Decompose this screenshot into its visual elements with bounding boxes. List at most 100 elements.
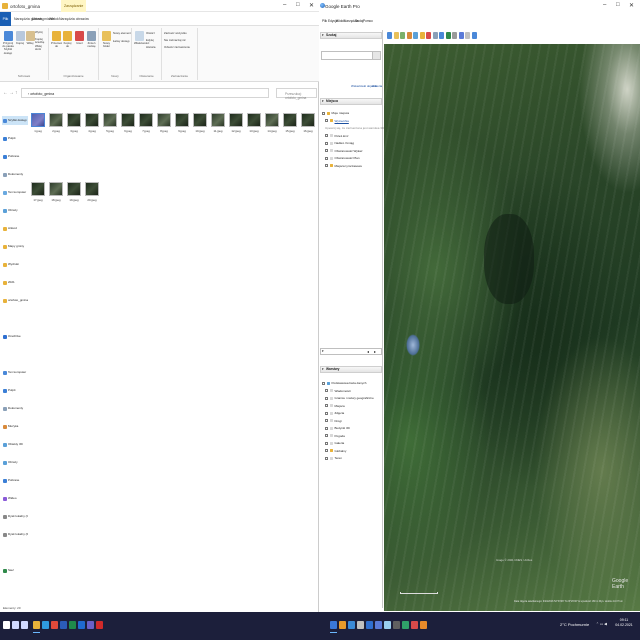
nav-item[interactable]: Pulpit xyxy=(2,134,28,143)
nav-item[interactable]: Pulpit xyxy=(2,386,28,395)
tree-item[interactable]: Moje miejsca xyxy=(322,110,349,116)
pin-quick-access-button[interactable]: Przypnij do paska Szybki dostęp xyxy=(2,31,14,55)
ge-tool-icon[interactable] xyxy=(458,32,464,39)
checkbox[interactable] xyxy=(325,411,328,415)
chrome-icon[interactable] xyxy=(51,621,58,629)
nav-item[interactable]: Dokumenty xyxy=(2,404,28,413)
search-input[interactable]: Przeszukaj: ortofoto_gmina xyxy=(276,88,317,100)
file-name[interactable]: 5.jpeg xyxy=(102,129,118,133)
tree-item[interactable]: Drogi xyxy=(325,418,342,424)
file-name[interactable]: 2.jpeg xyxy=(48,129,64,133)
properties-button[interactable]: Właściwości xyxy=(134,31,149,45)
pdf-icon[interactable] xyxy=(411,621,418,629)
nav-item[interactable]: Wydruki xyxy=(2,260,28,269)
outlook-icon[interactable] xyxy=(78,621,85,629)
search-icon[interactable] xyxy=(12,621,19,629)
checkbox[interactable] xyxy=(325,396,328,400)
checkbox[interactable] xyxy=(325,456,328,460)
file-name[interactable]: 11.jpeg xyxy=(210,129,226,133)
file-thumbnail[interactable] xyxy=(31,182,45,196)
checkbox[interactable] xyxy=(325,156,328,160)
checkbox[interactable] xyxy=(325,141,328,145)
file-thumbnail[interactable] xyxy=(157,113,171,127)
notepad-icon[interactable] xyxy=(384,621,391,629)
vlc-icon[interactable] xyxy=(420,621,427,629)
back-button[interactable]: ← xyxy=(3,90,8,96)
checkbox[interactable] xyxy=(325,119,328,123)
photos-icon[interactable] xyxy=(348,621,355,629)
select-all-button[interactable]: Zaznacz wszystko xyxy=(164,31,197,35)
places-panel-header[interactable]: Miejsca xyxy=(320,98,382,105)
checkbox[interactable] xyxy=(325,419,328,423)
file-name[interactable]: 4.jpeg xyxy=(84,129,100,133)
ge-tool-icon[interactable] xyxy=(445,32,451,39)
ge-search-button[interactable] xyxy=(372,51,381,60)
tree-item[interactable]: Wiadomości xyxy=(325,388,351,394)
tree-item[interactable]: Zdjęcia xyxy=(325,410,344,416)
paste-shortcut-button[interactable]: Wklej skrót xyxy=(35,44,48,51)
file-thumbnail[interactable] xyxy=(301,113,315,127)
ge-tool-icon[interactable] xyxy=(465,32,470,39)
nav-item[interactable]: Pobrane xyxy=(2,152,28,161)
tab-view[interactable]: Widok xyxy=(49,17,59,21)
ge-tool-icon[interactable] xyxy=(400,32,405,39)
open-button[interactable]: Otwórz xyxy=(146,31,161,35)
checkbox[interactable] xyxy=(325,164,328,168)
checkbox[interactable] xyxy=(325,441,328,445)
file-thumbnail[interactable] xyxy=(175,113,189,127)
up-button[interactable]: ↑ xyxy=(15,90,18,96)
file-thumbnail[interactable] xyxy=(229,113,243,127)
tree-item[interactable]: Nadleś. Kmiąg xyxy=(325,140,354,146)
checkbox[interactable] xyxy=(325,449,328,453)
delete-button[interactable]: Usuń xyxy=(74,31,85,45)
tree-item[interactable]: Miejsca tymczasowe xyxy=(325,163,362,169)
tab-manage[interactable]: Zarządzanie xyxy=(61,0,87,12)
file-thumbnail[interactable] xyxy=(247,113,261,127)
weather-widget[interactable]: 2°C Pochmurnie xyxy=(560,622,589,627)
file-name[interactable]: 13.jpeg xyxy=(246,129,262,133)
file-thumbnail[interactable] xyxy=(283,113,297,127)
file-name[interactable]: 14.jpeg xyxy=(264,129,280,133)
file-thumbnail[interactable] xyxy=(31,113,45,127)
word-icon[interactable] xyxy=(60,621,67,629)
checkbox[interactable] xyxy=(322,381,325,385)
ge-tool-icon[interactable] xyxy=(452,32,457,39)
teams-icon[interactable] xyxy=(87,621,94,629)
nav-item[interactable]: Pobrane xyxy=(2,476,28,485)
new-folder-button[interactable]: Nowy folder xyxy=(101,31,112,48)
tab-image-tools[interactable]: Narzędzia obrazów xyxy=(59,17,89,21)
ge-titlebar[interactable]: Google Earth Pro – □ ✕ xyxy=(319,0,640,12)
tree-item[interactable]: Budynki 3D xyxy=(325,425,350,431)
menu-file[interactable]: Plik xyxy=(322,19,327,23)
file-thumbnail[interactable] xyxy=(211,113,225,127)
history-button[interactable]: Historia xyxy=(146,45,161,49)
tree-item[interactable]: Podstawowa baza danych xyxy=(322,380,366,386)
history-link[interactable]: Historia xyxy=(372,84,382,88)
settings-icon[interactable] xyxy=(357,621,364,629)
ge-tool-icon[interactable] xyxy=(426,32,431,39)
file-explorer-icon[interactable] xyxy=(33,621,40,633)
ge-tool-icon[interactable] xyxy=(419,32,425,39)
ge-close-button[interactable]: ✕ xyxy=(629,2,634,9)
file-thumbnail[interactable] xyxy=(49,182,63,196)
edge-icon[interactable] xyxy=(42,621,49,629)
nav-item[interactable]: 2021 xyxy=(2,278,28,287)
file-thumbnail[interactable] xyxy=(67,113,81,127)
maps-icon[interactable] xyxy=(402,621,409,629)
cut-button[interactable]: Wytnij xyxy=(35,30,48,34)
checkbox[interactable] xyxy=(322,111,325,115)
select-none-button[interactable]: Nie zaznaczaj nic xyxy=(164,38,197,42)
file-name[interactable]: 18.jpeg xyxy=(48,198,64,202)
tree-item[interactable]: Granice i nazwy geograficzne xyxy=(325,395,374,401)
copy-to-button[interactable]: Kopiuj do xyxy=(62,31,73,48)
prev-arrow[interactable]: ◂ xyxy=(367,349,369,354)
close-button[interactable]: ✕ xyxy=(309,2,314,9)
nav-item[interactable]: Ten komputer xyxy=(2,368,28,377)
mail-icon[interactable] xyxy=(366,621,373,629)
google-earth-icon[interactable] xyxy=(330,621,337,633)
menu-help[interactable]: Pomoc xyxy=(363,19,373,23)
file-thumbnail[interactable] xyxy=(193,113,207,127)
task-view-icon[interactable] xyxy=(21,621,28,629)
file-thumbnail[interactable] xyxy=(139,113,153,127)
file-name[interactable]: 20.jpeg xyxy=(84,198,100,202)
